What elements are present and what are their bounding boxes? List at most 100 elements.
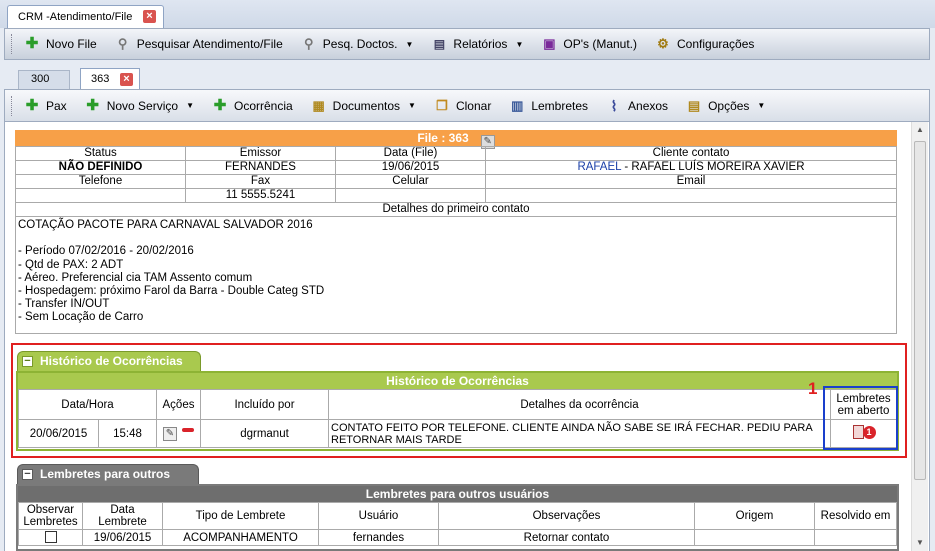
scroll-thumb[interactable] bbox=[914, 141, 926, 480]
collapse-icon[interactable]: − bbox=[22, 469, 33, 480]
pax-button[interactable]: ✚ Pax bbox=[24, 96, 67, 114]
toolbar-grip bbox=[11, 95, 14, 116]
col-included-by: Incluído por bbox=[200, 389, 329, 420]
edit-icon[interactable]: ✎ bbox=[163, 426, 177, 441]
resolved-value bbox=[814, 529, 897, 546]
scroll-down-icon[interactable]: ▼ bbox=[912, 535, 928, 551]
file-header-label: File : 363 bbox=[417, 131, 469, 145]
window-tab-label: CRM -Atendimento/File bbox=[18, 11, 133, 23]
plus-icon: ✚ bbox=[25, 35, 39, 52]
client-value: RAFAEL - RAFAEL LUÍS MOREIRA XAVIER bbox=[485, 160, 897, 175]
row-details: CONTATO FEITO POR TELEFONE. CLIENTE AIND… bbox=[328, 419, 831, 448]
occurrences-title: Histórico de Ocorrências bbox=[18, 373, 897, 389]
reminders-others-table: Observar Lembretes Data Lembrete Tipo de… bbox=[18, 502, 897, 546]
phone-label: Telefone bbox=[15, 174, 186, 189]
reports-button[interactable]: ▤ Relatórios ▼ bbox=[431, 36, 524, 52]
occurrences-tab[interactable]: − Histórico de Ocorrências bbox=[17, 351, 201, 372]
search-docs-button[interactable]: ⚲ Pesq. Doctos. ▼ bbox=[301, 36, 414, 52]
window-tab[interactable]: CRM -Atendimento/File × bbox=[7, 5, 164, 28]
plus-icon: ✚ bbox=[213, 96, 227, 114]
new-file-label: Novo File bbox=[46, 37, 97, 51]
occurrence-label: Ocorrência bbox=[233, 98, 293, 113]
client-name: - RAFAEL LUÍS MOREIRA XAVIER bbox=[621, 161, 805, 173]
col-notes: Observações bbox=[438, 502, 695, 530]
clone-icon: ❐ bbox=[436, 97, 448, 113]
notes-value: Retornar contato bbox=[438, 529, 695, 546]
first-contact-details: COTAÇÃO PACOTE PARA CARNAVAL SALVADOR 20… bbox=[15, 216, 897, 334]
file-info-table: Status Emissor Data (File) Cliente conta… bbox=[15, 146, 897, 217]
fax-value: 11 5555.5241 bbox=[185, 188, 336, 203]
occurrence-button[interactable]: ✚ Ocorrência bbox=[212, 96, 293, 114]
new-service-button[interactable]: ✚ Novo Serviço ▼ bbox=[85, 96, 194, 114]
chevron-down-icon: ▼ bbox=[186, 101, 194, 110]
client-link[interactable]: RAFAEL bbox=[577, 161, 621, 173]
tab-label: 363 bbox=[91, 73, 110, 85]
options-label: Opções bbox=[708, 98, 750, 113]
ops-label: OP's (Manut.) bbox=[563, 37, 637, 51]
date-label: Data (File) bbox=[335, 146, 486, 161]
col-details: Detalhes da ocorrência bbox=[328, 389, 831, 420]
reminders-icon: ▥ bbox=[511, 97, 524, 113]
annotation-number: 1 bbox=[808, 379, 818, 398]
file-tabbar: 300 363 × bbox=[4, 64, 930, 89]
col-actions: Ações bbox=[156, 389, 201, 420]
observe-checkbox[interactable] bbox=[44, 531, 57, 543]
new-service-label: Novo Serviço bbox=[106, 98, 179, 113]
ops-button[interactable]: ▣ OP's (Manut.) bbox=[541, 36, 637, 52]
attachments-button[interactable]: ⌇ Anexos bbox=[606, 98, 668, 114]
options-button[interactable]: ▤ Opções ▼ bbox=[686, 98, 765, 114]
file-header: File : 363 ✎ bbox=[15, 130, 897, 149]
clone-label: Clonar bbox=[455, 98, 492, 113]
main-toolbar: ✚ Novo File ⚲ Pesquisar Atendimento/File ⚲… bbox=[4, 28, 930, 60]
client-label: Cliente contato bbox=[485, 146, 897, 161]
attachments-label: Anexos bbox=[628, 98, 669, 113]
new-file-button[interactable]: ✚ Novo File bbox=[24, 36, 97, 52]
email-label: Email bbox=[485, 174, 897, 189]
close-icon[interactable]: × bbox=[120, 73, 133, 86]
plus-icon: ✚ bbox=[86, 96, 99, 114]
reminders-others-tab-label: Lembretes para outros bbox=[40, 467, 171, 481]
clone-button[interactable]: ❐ Clonar bbox=[434, 98, 491, 114]
settings-label: Configurações bbox=[677, 37, 755, 51]
col-resolved: Resolvido em bbox=[814, 502, 897, 530]
tab-file-363[interactable]: 363 × bbox=[80, 68, 140, 89]
reports-label: Relatórios bbox=[453, 37, 508, 51]
vertical-scrollbar[interactable]: ▲ ▼ bbox=[911, 122, 928, 551]
scroll-up-icon[interactable]: ▲ bbox=[912, 122, 928, 138]
reminders-others-panel: Lembretes para outros usuários Observar … bbox=[16, 484, 899, 551]
row-date: 20/06/2015 bbox=[18, 419, 99, 448]
file-toolbar: ✚ Pax ✚ Novo Serviço ▼ ✚ Ocorrência ▦ Documen… bbox=[4, 89, 930, 122]
fax-label: Fax bbox=[185, 174, 336, 189]
reminders-button[interactable]: ▥ Lembretes bbox=[509, 98, 588, 114]
collapse-icon[interactable]: − bbox=[22, 356, 33, 367]
tab-label: 300 bbox=[31, 73, 50, 85]
search-icon: ⚲ bbox=[117, 36, 128, 51]
toolbar-grip bbox=[11, 34, 14, 54]
plus-icon: ✚ bbox=[25, 96, 39, 114]
tab-file-300[interactable]: 300 bbox=[18, 70, 70, 89]
chevron-down-icon: ▼ bbox=[405, 39, 414, 49]
user-value: fernandes bbox=[318, 529, 439, 546]
documents-button[interactable]: ▦ Documentos ▼ bbox=[311, 98, 416, 114]
chevron-down-icon: ▼ bbox=[757, 101, 766, 110]
close-icon[interactable]: × bbox=[143, 10, 156, 23]
row-actions: ✎ bbox=[156, 419, 201, 448]
col-reminder-date: Data Lembrete bbox=[82, 502, 163, 530]
col-datetime: Data/Hora bbox=[18, 389, 157, 420]
observe-cell bbox=[18, 529, 83, 546]
documents-label: Documentos bbox=[332, 98, 401, 113]
status-label: Status bbox=[15, 146, 186, 161]
search-docs-label: Pesq. Doctos. bbox=[322, 37, 398, 51]
reminders-others-tab[interactable]: − Lembretes para outros bbox=[17, 464, 199, 485]
chevron-down-icon: ▼ bbox=[408, 101, 416, 110]
reminders-highlight bbox=[823, 386, 898, 450]
window-tabbar: CRM -Atendimento/File × bbox=[0, 0, 935, 28]
delete-icon[interactable] bbox=[182, 427, 194, 432]
mobile-label: Celular bbox=[335, 174, 486, 189]
search-file-button[interactable]: ⚲ Pesquisar Atendimento/File bbox=[115, 36, 283, 52]
settings-button[interactable]: ⚙ Configurações bbox=[655, 36, 754, 52]
mobile-value bbox=[335, 188, 486, 203]
emissor-label: Emissor bbox=[185, 146, 336, 161]
table-row: 20/06/2015 15:48 ✎ dgrmanut CONTATO FEIT… bbox=[18, 419, 897, 448]
details-label: Detalhes do primeiro contato bbox=[15, 202, 897, 217]
